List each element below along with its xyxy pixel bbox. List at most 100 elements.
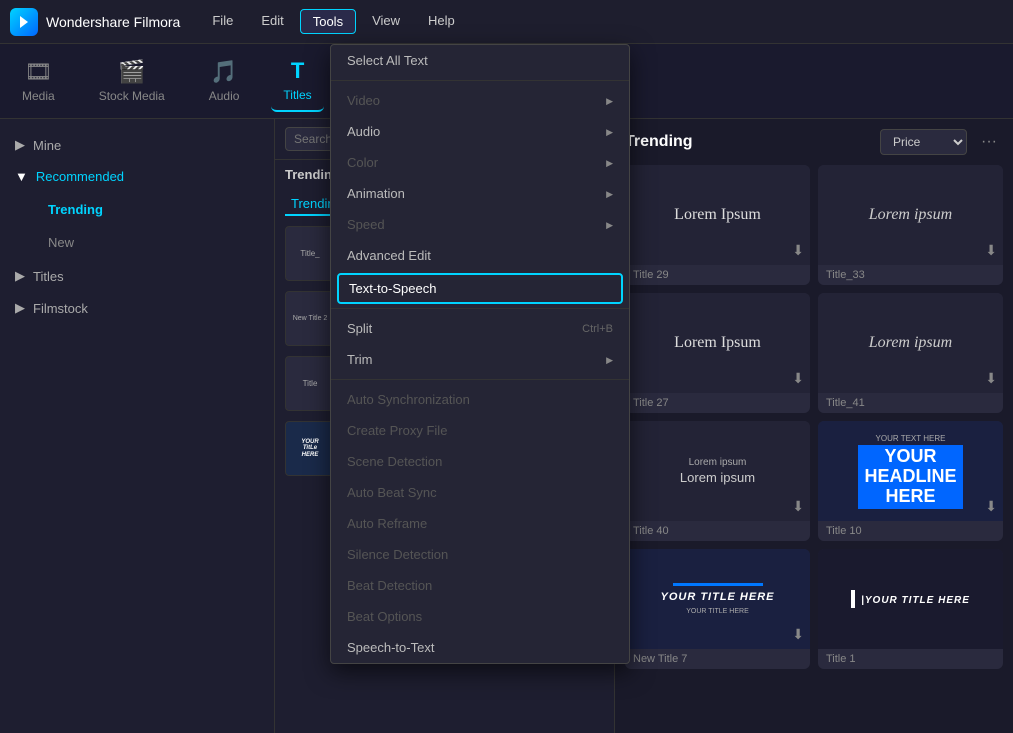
dropdown-color: Color <box>331 147 629 178</box>
content-panel: Trending Price Free Premium ··· Lorem Ip… <box>615 119 1013 733</box>
recommended-chevron: ▼ <box>15 169 28 184</box>
menu-edit[interactable]: Edit <box>249 9 295 34</box>
app-name: Wondershare Filmora <box>46 14 180 30</box>
thumb-title-speed[interactable]: Title_ <box>285 226 335 281</box>
trim-arrow <box>606 354 613 366</box>
download-icon-10[interactable]: ⬇ <box>985 498 997 515</box>
color-arrow <box>606 157 613 169</box>
sidebar-filmstock[interactable]: ▶ Filmstock <box>0 292 274 324</box>
dropdown-video: Video <box>331 85 629 116</box>
thumb-title[interactable]: Title <box>285 356 335 411</box>
split-shortcut: Ctrl+B <box>582 323 613 335</box>
template-card-title10[interactable]: YOUR TEXT HERE YOURHEADLINEHERE ⬇ Title … <box>818 421 1003 541</box>
download-icon-29[interactable]: ⬇ <box>792 242 804 259</box>
audio-icon: 🎵 <box>210 59 237 85</box>
sidebar-trending[interactable]: Trending <box>28 194 266 225</box>
sidebar-mine[interactable]: ▶ Mine <box>0 129 274 161</box>
template-card-title1[interactable]: |YOUR TITLE HERE Title 1 <box>818 549 1003 669</box>
dropdown-speed: Speed <box>331 209 629 240</box>
filmstock-chevron: ▶ <box>15 300 25 316</box>
dropdown-advanced-edit[interactable]: Advanced Edit <box>331 240 629 271</box>
title-bar <box>673 583 763 586</box>
text-to-speech-label: Text-to-Speech <box>349 281 436 296</box>
dropdown-beat-options: Beat Options <box>331 601 629 632</box>
audio-menu-label: Audio <box>347 124 380 139</box>
dropdown-animation[interactable]: Animation <box>331 178 629 209</box>
dropdown-auto-beat-sync: Auto Beat Sync <box>331 477 629 508</box>
speed-menu-label: Speed <box>347 217 385 232</box>
template-card-title33[interactable]: Lorem ipsum ⬇ Title_33 <box>818 165 1003 285</box>
more-options-button[interactable]: ··· <box>975 131 1003 153</box>
titles-section-label: Titles <box>33 269 64 284</box>
silence-detection-label: Silence Detection <box>347 547 448 562</box>
toolbar-stock-media[interactable]: 🎬 Stock Media <box>87 51 177 111</box>
divider-3 <box>331 379 629 380</box>
label-newtitle7: New Title 7 <box>625 649 810 669</box>
label-title33: Title_33 <box>818 265 1003 285</box>
template-card-title41[interactable]: Lorem ipsum ⬇ Title_41 <box>818 293 1003 413</box>
filter-row: Price Free Premium ··· <box>880 129 1003 155</box>
app-logo: Wondershare Filmora <box>10 8 180 36</box>
dropdown-trim[interactable]: Trim <box>331 344 629 375</box>
logo-icon <box>10 8 38 36</box>
speech-to-text-label: Speech-to-Text <box>347 640 434 655</box>
label-title40: Title 40 <box>625 521 810 541</box>
sidebar-titles[interactable]: ▶ Titles <box>0 260 274 292</box>
template-card-title27[interactable]: Lorem Ipsum ⬇ Title 27 <box>625 293 810 413</box>
thumb-your-title[interactable]: YOURTitLeHERE <box>285 421 335 476</box>
download-icon-27[interactable]: ⬇ <box>792 370 804 387</box>
template-grid: Lorem Ipsum ⬇ Title 29 Lorem ipsum ⬇ Tit… <box>625 165 1003 669</box>
beat-options-label: Beat Options <box>347 609 422 624</box>
dropdown-auto-reframe: Auto Reframe <box>331 508 629 539</box>
menu-view[interactable]: View <box>360 9 412 34</box>
toolbar-media[interactable]: 🎞 Media <box>10 51 67 111</box>
animation-arrow <box>606 188 613 200</box>
preview-title41: Lorem ipsum ⬇ <box>818 293 1003 393</box>
toolbar-audio[interactable]: 🎵 Audio <box>197 51 252 111</box>
preview-title33: Lorem ipsum ⬇ <box>818 165 1003 265</box>
download-icon-40[interactable]: ⬇ <box>792 498 804 515</box>
dropdown-select-all-text[interactable]: Select All Text <box>331 45 629 76</box>
mine-label: Mine <box>33 138 61 153</box>
stock-media-label: Stock Media <box>99 89 165 103</box>
titles-label: Titles <box>283 88 311 102</box>
mine-chevron: ▶ <box>15 137 25 153</box>
menu-help[interactable]: Help <box>416 9 467 34</box>
recommended-label: Recommended <box>36 169 124 184</box>
template-card-newtitle7[interactable]: YOUR TITLE HERE YOUR TITLE HERE ⬇ New Ti… <box>625 549 810 669</box>
dropdown-audio[interactable]: Audio <box>331 116 629 147</box>
price-filter[interactable]: Price Free Premium <box>880 129 967 155</box>
preview-newtitle7: YOUR TITLE HERE YOUR TITLE HERE ⬇ <box>625 549 810 649</box>
download-icon-33[interactable]: ⬇ <box>985 242 997 259</box>
divider-2 <box>331 308 629 309</box>
sidebar-recommended-subsection: Trending New <box>0 194 274 258</box>
titles-icon: T <box>291 58 304 84</box>
dropdown-silence-detection: Silence Detection <box>331 539 629 570</box>
audio-label: Audio <box>209 89 240 103</box>
audio-arrow <box>606 126 613 138</box>
dropdown-text-to-speech[interactable]: Text-to-Speech <box>337 273 623 304</box>
trim-label: Trim <box>347 352 373 367</box>
content-header: Trending Price Free Premium ··· <box>625 129 1003 155</box>
tools-dropdown: Select All Text Video Audio Color Animat… <box>330 44 630 664</box>
menu-tools[interactable]: Tools <box>300 9 356 34</box>
video-label: Video <box>347 93 380 108</box>
dropdown-split[interactable]: Split Ctrl+B <box>331 313 629 344</box>
dropdown-scene-detection: Scene Detection <box>331 446 629 477</box>
toolbar-titles[interactable]: T Titles <box>271 50 323 112</box>
select-all-text-label: Select All Text <box>347 53 428 68</box>
sidebar: ▶ Mine ▼ Recommended Trending New ▶ Titl… <box>0 119 275 733</box>
sidebar-recommended[interactable]: ▼ Recommended <box>0 161 274 192</box>
label-title1: Title 1 <box>818 649 1003 669</box>
dropdown-speech-to-text[interactable]: Speech-to-Text <box>331 632 629 663</box>
label-title41: Title_41 <box>818 393 1003 413</box>
template-card-title29[interactable]: Lorem Ipsum ⬇ Title 29 <box>625 165 810 285</box>
template-card-title40[interactable]: Lorem ipsum Lorem ipsum ⬇ Title 40 <box>625 421 810 541</box>
menu-file[interactable]: File <box>200 9 245 34</box>
preview-title10: YOUR TEXT HERE YOURHEADLINEHERE ⬇ <box>818 421 1003 521</box>
download-icon-newtitle7[interactable]: ⬇ <box>792 626 804 643</box>
dropdown-proxy-file: Create Proxy File <box>331 415 629 446</box>
thumb-advedit[interactable]: New Title 2 <box>285 291 335 346</box>
sidebar-new[interactable]: New <box>28 227 266 258</box>
download-icon-41[interactable]: ⬇ <box>985 370 997 387</box>
